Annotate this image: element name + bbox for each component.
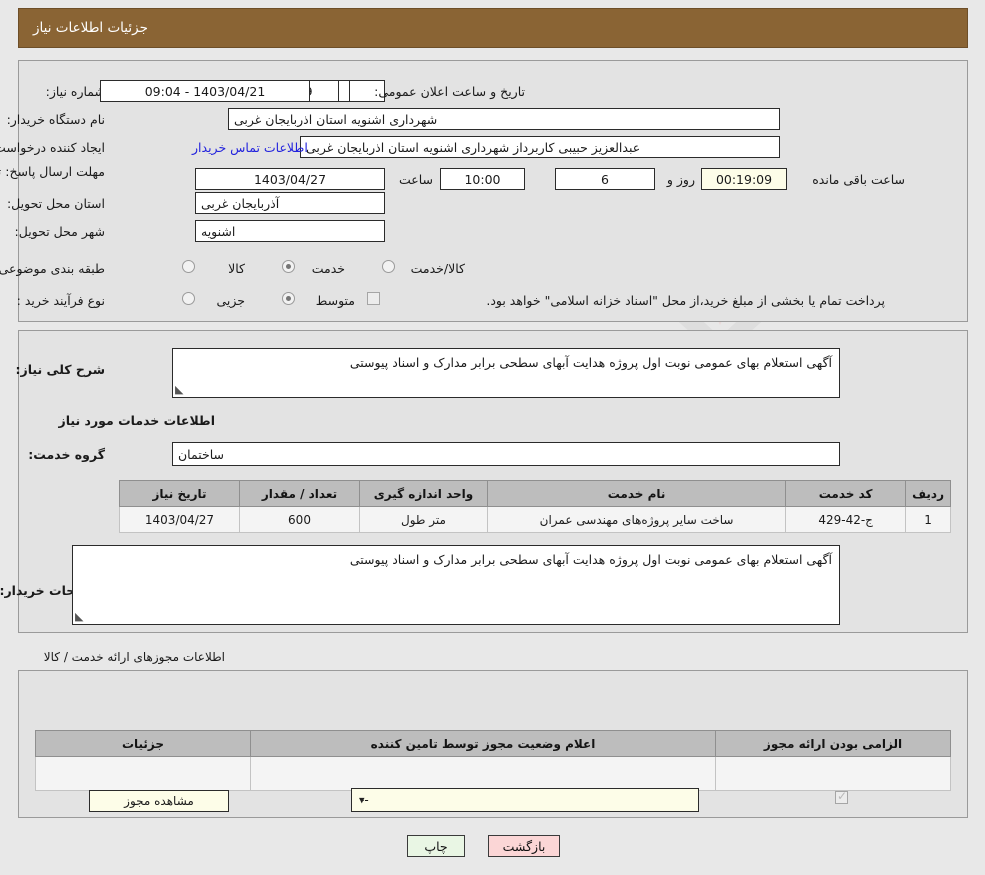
licenses-section-title: اطلاعات مجوزهای ارائه خدمت / کالا (43, 650, 225, 664)
label-buyer-org: نام دستگاه خریدار: (6, 112, 105, 127)
table-row: 1 ج-42-429 ساخت سایر پروژه‌های مهندسی عم… (119, 506, 951, 533)
radio-purchase-motavaset[interactable] (282, 292, 295, 305)
radio-category-kala[interactable] (182, 260, 195, 273)
col-unit: واحد اندازه گیری (359, 480, 488, 507)
general-description-text: آگهی استعلام بهای عمومی نوبت اول پروژه ه… (349, 355, 832, 370)
col-license-status: اعلام وضعیت مجوز توسط تامین کننده (250, 730, 716, 757)
col-license-details: جزئیات (35, 730, 251, 757)
field-service-group[interactable]: ساختمان (172, 442, 840, 466)
label-days: روز و (666, 172, 695, 187)
label-announce-datetime: تاریخ و ساعت اعلان عمومی: (374, 84, 525, 99)
field-request-creator[interactable]: عبدالعزیز حبیبی کاربرداز شهرداری اشنویه … (300, 136, 780, 158)
label-service-group: گروه خدمت: (28, 447, 105, 462)
cell-license-details (35, 756, 251, 791)
checkbox-license-required (835, 789, 848, 804)
radio-label-khedmat: خدمت (311, 261, 345, 276)
cell-license-required (715, 756, 951, 791)
label-deadline: مهلت ارسال پاسخ: تا تاریخ: (0, 164, 105, 179)
label-purchase-type: نوع فرآیند خرید : (16, 293, 105, 308)
radio-label-motavaset: متوسط (315, 293, 355, 308)
checkbox-treasury-docs[interactable] (367, 292, 380, 305)
radio-label-jozi: جزیی (216, 293, 245, 308)
view-license-button[interactable]: مشاهده مجوز (89, 790, 229, 812)
label-services-info-title: اطلاعات خدمات مورد نیاز (58, 413, 216, 428)
label-hour: ساعت (398, 172, 433, 187)
print-button[interactable]: چاپ (407, 835, 465, 857)
field-deadline-date[interactable]: 1403/04/27 (195, 168, 385, 190)
radio-category-kala-khedmat[interactable] (382, 260, 395, 273)
field-buyer-notes[interactable]: آگهی استعلام بهای عمومی نوبت اول پروژه ه… (72, 545, 840, 625)
resize-grip-icon[interactable]: ◢ (175, 383, 187, 396)
field-countdown-timer: 00:19:09 (701, 168, 787, 190)
col-quantity: تعداد / مقدار (239, 480, 360, 507)
col-service-code: کد خدمت (785, 480, 907, 507)
cell-row-number: 1 (905, 506, 951, 533)
select-license-status[interactable]: ▾ -- (351, 788, 699, 812)
buyer-contact-link[interactable]: اطلاعات تماس خریدار (192, 140, 308, 155)
licenses-table: الزامی بودن ارائه مجوز اعلام وضعیت مجوز … (35, 730, 951, 791)
col-need-date: تاریخ نیاز (119, 480, 240, 507)
col-row-number: ردیف (905, 480, 951, 507)
radio-purchase-jozi[interactable] (182, 292, 195, 305)
field-buyer-org[interactable]: شهرداری اشنویه استان اذربایجان غربی (228, 108, 780, 130)
label-general-description: شرح کلی نیاز: (15, 362, 105, 377)
label-delivery-province: استان محل تحویل: (6, 196, 105, 211)
cell-service-code: ج-42-429 (785, 506, 907, 533)
col-service-name: نام خدمت (486, 480, 787, 507)
label-category: طبقه بندی موضوعی: (0, 261, 105, 276)
field-delivery-province[interactable]: آذربایجان غربی (195, 192, 385, 214)
back-button[interactable]: بازگشت (488, 835, 560, 857)
table-row (35, 756, 951, 791)
cell-need-date: 1403/04/27 (119, 506, 240, 533)
field-announce-datetime[interactable]: 1403/04/21 - 09:04 (100, 80, 310, 102)
services-table-header-row: ردیف کد خدمت نام خدمت واحد اندازه گیری ت… (119, 480, 951, 507)
page-header: جزئیات اطلاعات نیاز (18, 8, 968, 48)
label-treasury-note: پرداخت تمام یا بخشی از مبلغ خرید،از محل … (486, 293, 885, 308)
licenses-table-header-row: الزامی بودن ارائه مجوز اعلام وضعیت مجوز … (35, 730, 951, 757)
cell-license-status (250, 756, 716, 791)
cell-service-name: ساخت سایر پروژه‌های مهندسی عمران (486, 506, 787, 533)
radio-label-kala: کالا (228, 261, 245, 276)
col-license-required: الزامی بودن ارائه مجوز (715, 730, 951, 757)
chevron-down-icon: ▾ (359, 793, 365, 807)
resize-grip-icon-2[interactable]: ◢ (75, 610, 87, 623)
page-title: جزئیات اطلاعات نیاز (33, 20, 148, 36)
services-table: ردیف کد خدمت نام خدمت واحد اندازه گیری ت… (119, 480, 951, 533)
radio-category-khedmat[interactable] (282, 260, 295, 273)
field-delivery-city[interactable]: اشنویه (195, 220, 385, 242)
field-general-description[interactable]: آگهی استعلام بهای عمومی نوبت اول پروژه ه… (172, 348, 840, 398)
spacer-0 (338, 80, 350, 102)
label-need-number: شماره نیاز: (45, 84, 105, 99)
radio-label-kala-khedmat: کالا/خدمت (410, 261, 465, 276)
buyer-notes-text: آگهی استعلام بهای عمومی نوبت اول پروژه ه… (349, 552, 832, 567)
label-delivery-city: شهر محل تحویل: (14, 224, 105, 239)
field-deadline-time[interactable]: 10:00 (440, 168, 525, 190)
label-request-creator: ایجاد کننده درخواست: (0, 140, 105, 155)
label-time-remaining: ساعت باقی مانده (812, 172, 905, 187)
field-days-remaining[interactable]: 6 (555, 168, 655, 190)
cell-quantity: 600 (239, 506, 360, 533)
cell-unit: متر طول (359, 506, 488, 533)
